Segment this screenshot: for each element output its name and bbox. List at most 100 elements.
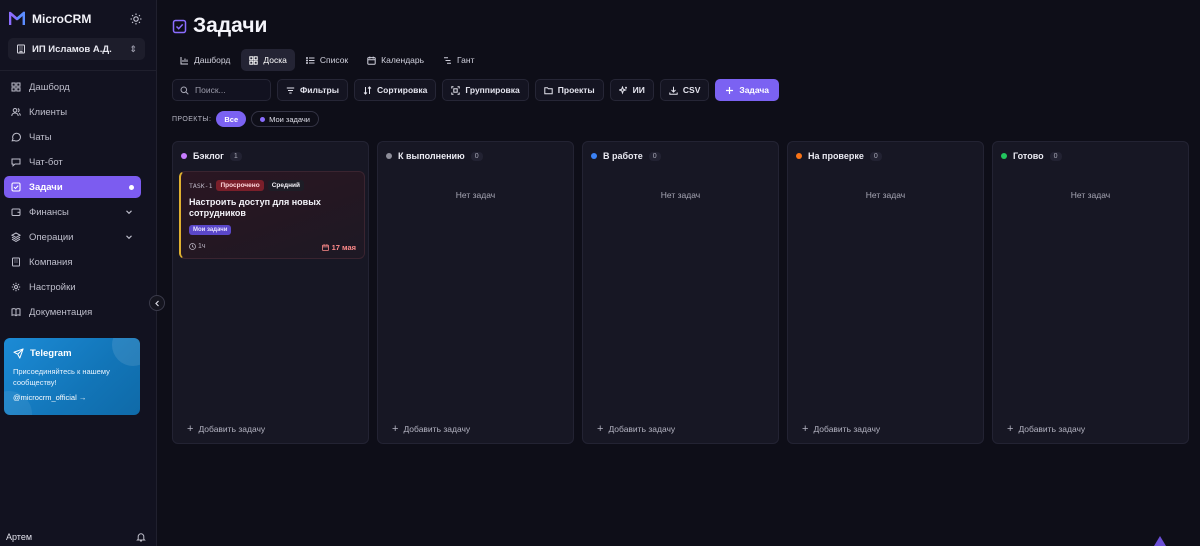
group-label: Группировка: [465, 85, 520, 95]
nav-item-company[interactable]: Компания: [4, 251, 141, 273]
nav-label: Компания: [29, 256, 73, 268]
add-task-button[interactable]: + Добавить задачу: [1007, 423, 1085, 435]
add-task-button[interactable]: + Добавить задачу: [392, 423, 470, 435]
task-title: Настроить доступ для новых сотрудников: [189, 197, 321, 218]
sun-icon[interactable]: [130, 13, 142, 25]
empty-state: Нет задач: [660, 190, 701, 200]
chevron-left-icon: [154, 300, 159, 306]
plus-icon: +: [1007, 423, 1014, 435]
new-task-button[interactable]: Задача: [715, 79, 780, 101]
task-card[interactable]: TASK-1 Просрочено Средний Настроить дост…: [179, 171, 365, 259]
layers-icon: [11, 232, 21, 242]
filters-button[interactable]: Фильтры: [277, 79, 348, 101]
sidebar: MicroCRM ИП Исламов А.Д. ⇕ Дашборд Клиен…: [0, 0, 157, 546]
plus-icon: +: [392, 423, 399, 435]
tab-gantt[interactable]: Гант: [435, 49, 482, 71]
search-box[interactable]: [172, 79, 271, 101]
add-task-label: Добавить задачу: [813, 424, 881, 434]
bell-icon[interactable]: [136, 532, 146, 542]
column-header: Бэклог 1: [181, 151, 242, 161]
user-name: Артем: [6, 532, 33, 542]
column-count: 1: [229, 151, 242, 161]
tab-board[interactable]: Доска: [241, 49, 295, 71]
new-task-label: Задача: [739, 85, 770, 95]
nav-item-docs[interactable]: Документация: [4, 301, 141, 323]
telegram-text: Присоединяйтесь к нашему сообществу!: [13, 367, 110, 387]
nav-item-finance[interactable]: Финансы: [4, 201, 141, 223]
nav-label: Чаты: [29, 131, 52, 143]
projects-filter: ПРОЕКТЫ: Все Мои задачи: [172, 111, 319, 127]
add-task-button[interactable]: + Добавить задачу: [802, 423, 880, 435]
chevron-down-icon: [126, 235, 132, 240]
project-dot: [260, 116, 266, 122]
view-tabs: Дашборд Доска Список Календарь Гант: [172, 49, 483, 71]
group-button[interactable]: Группировка: [442, 79, 529, 101]
page-title: Задачи: [193, 14, 268, 37]
nav-item-dashboard[interactable]: Дашборд: [4, 76, 141, 98]
telegram-link[interactable]: @microcrm_official →: [13, 393, 131, 402]
search-input[interactable]: [195, 85, 265, 95]
tab-label: Доска: [263, 55, 287, 65]
task-due-date: 17 мая: [321, 243, 356, 252]
add-task-button[interactable]: + Добавить задачу: [597, 423, 675, 435]
search-icon: [180, 86, 189, 95]
sort-button[interactable]: Сортировка: [353, 79, 437, 101]
chip-all[interactable]: Все: [216, 111, 247, 127]
ai-button[interactable]: ИИ: [609, 79, 654, 101]
download-icon: [669, 86, 678, 95]
grid-icon: [11, 82, 21, 92]
nav-label: Чат-бот: [29, 156, 63, 168]
sort-icon: [363, 85, 372, 95]
csv-label: CSV: [682, 85, 701, 95]
nav-item-clients[interactable]: Клиенты: [4, 101, 141, 123]
nav-item-tasks[interactable]: Задачи: [4, 176, 141, 198]
user-row[interactable]: Артем: [6, 532, 146, 542]
column-title: К выполнению: [398, 151, 465, 161]
task-time-estimate: 1ч: [189, 243, 206, 250]
check-square-icon: [11, 182, 21, 192]
projects-button[interactable]: Проекты: [534, 79, 604, 101]
tab-calendar[interactable]: Календарь: [359, 49, 432, 71]
column-count: 0: [648, 151, 661, 161]
tab-label: Гант: [457, 55, 475, 65]
nav-item-chatbot[interactable]: Чат-бот: [4, 151, 141, 173]
chip-my-tasks[interactable]: Мои задачи: [251, 111, 319, 127]
plus-icon: +: [187, 423, 194, 435]
collapse-sidebar-button[interactable]: [149, 295, 165, 311]
csv-export-button[interactable]: CSV: [659, 79, 710, 101]
column-done: Готово 0 Нет задач + Добавить задачу: [992, 141, 1189, 444]
nav-item-chats[interactable]: Чаты: [4, 126, 141, 148]
chip-label: Мои задачи: [269, 114, 310, 124]
add-task-button[interactable]: + Добавить задачу: [187, 423, 265, 435]
main-nav: Дашборд Клиенты Чаты Чат-бот Задачи Фина…: [4, 76, 141, 326]
gantt-icon: [444, 56, 452, 64]
chip-label: Все: [224, 114, 239, 124]
brand[interactable]: MicroCRM: [9, 11, 91, 27]
tab-dashboard[interactable]: Дашборд: [172, 49, 238, 71]
column-count: 0: [869, 151, 882, 161]
plus-icon: [726, 86, 734, 94]
users-icon: [11, 108, 21, 117]
org-switcher[interactable]: ИП Исламов А.Д. ⇕: [8, 38, 145, 60]
send-icon: [13, 348, 24, 359]
nav-item-operations[interactable]: Операции: [4, 226, 141, 248]
clock-icon: [189, 243, 196, 250]
chart-icon: [180, 56, 188, 64]
projects-label: Проекты: [557, 85, 595, 95]
column-title: Бэклог: [193, 151, 224, 161]
telegram-promo-card[interactable]: Telegram Присоединяйтесь к нашему сообще…: [4, 338, 140, 415]
nav-label: Клиенты: [29, 106, 68, 118]
microcrm-logo-icon: [9, 11, 25, 25]
telegram-title-text: Telegram: [30, 348, 72, 359]
column-todo: К выполнению 0 Нет задач + Добавить зада…: [377, 141, 574, 444]
building-icon: [17, 44, 25, 54]
nav-item-settings[interactable]: Настройки: [4, 276, 141, 298]
plus-icon: +: [597, 423, 604, 435]
sort-label: Сортировка: [376, 85, 428, 95]
tab-label: Дашборд: [194, 55, 231, 65]
column-header: В работе 0: [591, 151, 661, 161]
column-in-progress: В работе 0 Нет задач + Добавить задачу: [582, 141, 779, 444]
tab-list[interactable]: Список: [298, 49, 356, 71]
task-due: 17 мая: [331, 243, 356, 252]
projects-filter-label: ПРОЕКТЫ:: [172, 115, 212, 123]
